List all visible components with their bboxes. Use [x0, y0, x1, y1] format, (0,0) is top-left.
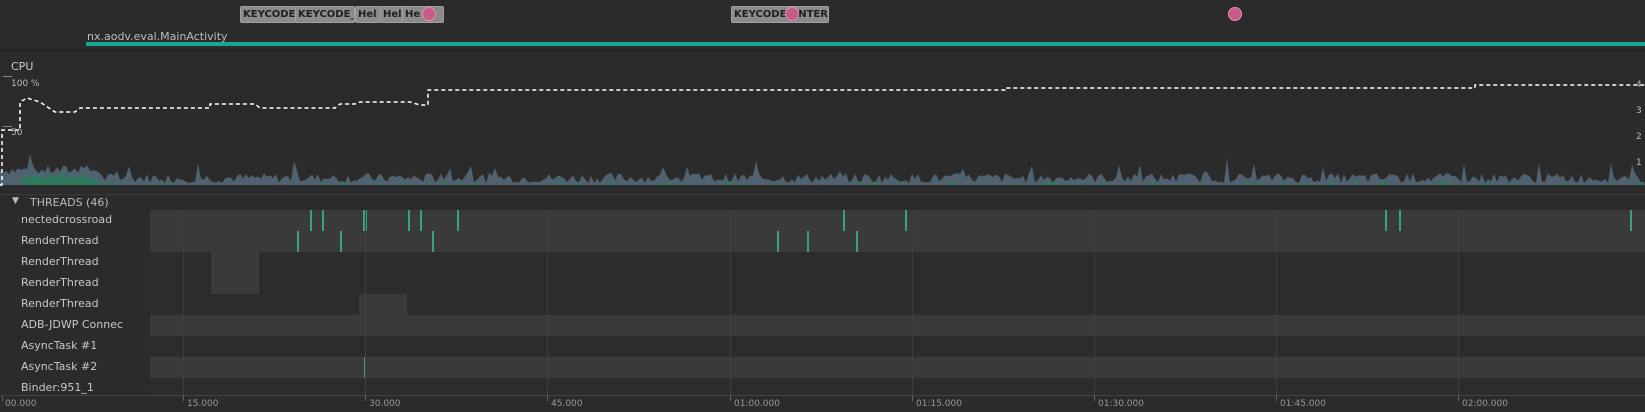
thread-state-lane[interactable]	[150, 231, 1645, 252]
thread-row[interactable]: nectedcrossroad	[0, 210, 1645, 231]
touch-event-marker[interactable]	[1228, 7, 1242, 21]
thread-state-lane[interactable]	[150, 315, 1645, 336]
time-tick	[912, 396, 913, 401]
time-label: 15.000	[187, 399, 219, 409]
y-axis-tick	[3, 126, 12, 127]
thread-name: RenderThread	[21, 297, 99, 310]
thread-row[interactable]: ADB-JDWP Connec	[0, 315, 1645, 336]
time-label: 45.000	[551, 399, 583, 409]
thread-name: RenderThread	[21, 234, 99, 247]
thread-state-lane[interactable]	[150, 210, 1645, 231]
key-event-tag[interactable]: KEYCODE_ENTER	[731, 6, 829, 23]
grid-line	[730, 210, 731, 395]
event-track[interactable]: KEYCODE KEYCODE_ Hel Hel He KEYCODE_ENTE…	[0, 0, 1645, 51]
time-axis[interactable]: 00.000 15.000 30.000 45.000 01:00.000 01…	[0, 395, 1645, 412]
cpu-title: CPU	[11, 60, 34, 73]
time-label: 01:00.000	[734, 399, 780, 409]
thread-row[interactable]: AsyncTask #1	[0, 336, 1645, 357]
collapse-triangle-icon[interactable]: ▼	[12, 196, 19, 206]
thread-count-line	[0, 84, 1645, 186]
cpu-section[interactable]: CPU 100 % 50 4 3 2 1	[0, 52, 1645, 194]
thread-row[interactable]: RenderThread	[0, 294, 1645, 315]
time-tick	[365, 396, 366, 401]
grid-line	[183, 210, 184, 395]
cpu-usage-area	[0, 154, 1645, 185]
time-tick	[1458, 396, 1459, 401]
time-tick	[2, 396, 3, 401]
grid-line	[1458, 210, 1459, 395]
threads-header[interactable]: ▼ THREADS (46)	[0, 194, 1645, 211]
thread-state-lane[interactable]	[150, 357, 1645, 378]
thread-name: AsyncTask #2	[21, 360, 98, 373]
time-tick	[1094, 396, 1095, 401]
grid-line	[1094, 210, 1095, 395]
time-label: 01:15.000	[916, 399, 962, 409]
key-event-tag[interactable]: KEYCODE	[240, 6, 296, 23]
thread-name: nectedcrossroad	[21, 213, 113, 226]
thread-state-lane[interactable]	[150, 336, 1645, 357]
time-tick	[1276, 396, 1277, 401]
time-tick	[547, 396, 548, 401]
thread-name: Binder:951_1	[21, 381, 94, 394]
time-tick	[730, 396, 731, 401]
y-axis-max-label: 100 %	[11, 79, 40, 89]
time-label: 02:00.000	[1462, 399, 1508, 409]
thread-name: RenderThread	[21, 276, 99, 289]
grid-line	[547, 210, 548, 395]
touch-event-marker[interactable]	[422, 7, 436, 21]
key-event-tag[interactable]: Hel	[380, 6, 404, 23]
touch-event-marker[interactable]	[785, 7, 799, 21]
thread-row[interactable]: RenderThread	[0, 252, 1645, 273]
right-axis-label: 1	[1636, 158, 1642, 168]
thread-name: AsyncTask #1	[21, 339, 98, 352]
y-axis-mid-label: 50	[11, 128, 23, 138]
right-axis-label: 2	[1636, 132, 1642, 142]
activity-lifecycle-bar[interactable]	[86, 42, 1645, 46]
cpu-usage-chart[interactable]	[0, 52, 1645, 194]
thread-name: RenderThread	[21, 255, 99, 268]
grid-line	[1276, 210, 1277, 395]
y-axis-tick	[3, 76, 12, 77]
thread-row[interactable]: AsyncTask #2	[0, 357, 1645, 378]
right-axis-label: 3	[1636, 106, 1642, 116]
grid-line	[912, 210, 913, 395]
thread-state-lane[interactable]	[150, 273, 1645, 294]
thread-name: ADB-JDWP Connec	[21, 318, 124, 331]
key-event-tag[interactable]: KEYCODE_	[295, 6, 355, 23]
thread-state-lane[interactable]	[150, 252, 1645, 273]
thread-row[interactable]: RenderThread	[0, 273, 1645, 294]
time-label: 01:30.000	[1098, 399, 1144, 409]
right-axis-label: 4	[1636, 80, 1642, 90]
key-event-tag[interactable]: Hel	[355, 6, 381, 23]
thread-row[interactable]: RenderThread	[0, 231, 1645, 252]
time-tick	[183, 396, 184, 401]
time-label: 00.000	[5, 399, 37, 409]
grid-line	[365, 210, 366, 395]
time-label: 30.000	[369, 399, 401, 409]
time-label: 01:45.000	[1280, 399, 1326, 409]
thread-state-lane[interactable]	[150, 294, 1645, 315]
threads-title: THREADS (46)	[30, 196, 109, 209]
